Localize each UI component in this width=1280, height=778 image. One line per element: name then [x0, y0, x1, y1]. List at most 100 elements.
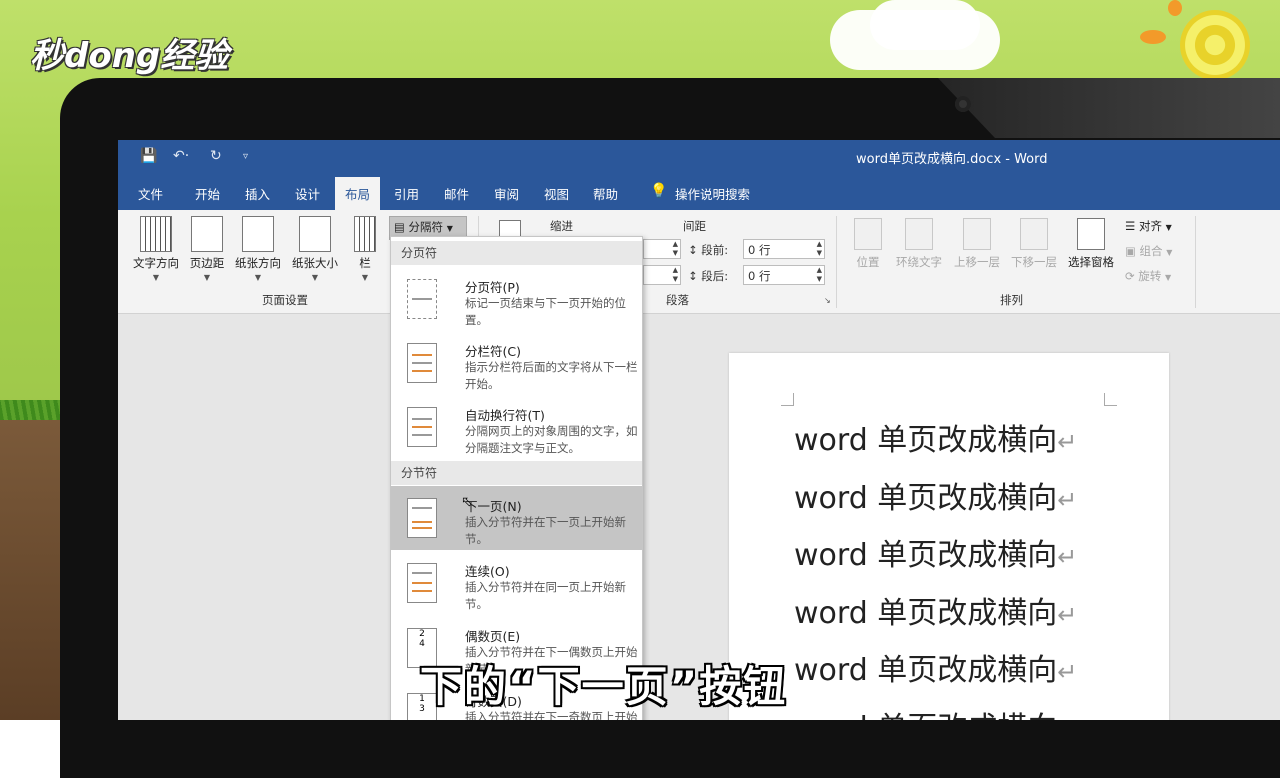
video-subtitle: 下的“下一页”按钮 — [420, 662, 788, 711]
columns-icon — [354, 216, 376, 252]
menu-item-column-break[interactable]: 分栏符(C) 指示分栏符后面的文字将从下一栏开始。 — [391, 331, 642, 395]
tab-home[interactable]: 开始 — [195, 184, 220, 203]
document-line: word 单页改成横向↵ — [794, 473, 1077, 517]
group-label-arrange: 排列 — [1000, 293, 1023, 307]
text-direction-button[interactable]: 文字方向 ▼ — [128, 216, 184, 282]
tab-file[interactable]: 文件 — [138, 184, 163, 203]
divider — [1195, 216, 1196, 308]
paragraph-mark-icon: ↵ — [1057, 486, 1078, 514]
group-label-paragraph: 段落 — [666, 293, 689, 307]
orientation-button[interactable]: 纸张方向 ▼ — [230, 216, 286, 282]
send-backward-icon — [1020, 218, 1048, 250]
button-label: 纸张大小 — [292, 256, 338, 270]
ribbon-layout: 文字方向 ▼ 页边距 ▼ 纸张方向 ▼ 纸张大小 ▼ 栏 ▼ ▤ 分隔符 ▼ 页… — [118, 210, 1280, 314]
margin-corner — [1104, 393, 1117, 406]
size-button[interactable]: 纸张大小 ▼ — [287, 216, 343, 282]
tab-review[interactable]: 审阅 — [494, 184, 519, 203]
tab-references[interactable]: 引用 — [394, 184, 419, 203]
spacing-after-input[interactable]: 0 行 ▲ ▼ — [743, 265, 825, 285]
bring-forward-button[interactable]: 上移一层 — [950, 218, 1004, 270]
document-line: word 单页改成横向↵ — [794, 415, 1077, 459]
page-break-icon — [407, 279, 437, 319]
save-icon[interactable]: 💾 — [140, 148, 157, 164]
selection-pane-icon — [1077, 218, 1105, 250]
menu-item-page-break[interactable]: 分页符(P) 标记一页结束与下一页开始的位置。 — [391, 267, 642, 331]
button-label: 页边距 — [189, 256, 225, 270]
line-text: word 单页改成横向 — [794, 711, 1057, 720]
menu-item-title: 分栏符(C) — [465, 344, 521, 359]
align-button[interactable]: ☰ 对齐 ▼ — [1125, 218, 1172, 234]
menu-item-desc: 标记一页结束与下一页开始的位置。 — [465, 296, 626, 327]
chevron-down-icon: ▼ — [311, 273, 319, 282]
wrap-text-button[interactable]: 环绕文字 — [891, 218, 947, 270]
tab-layout[interactable]: 布局 — [335, 177, 381, 212]
menu-item-next-page[interactable]: 下一页(N) 插入分节符并在下一页上开始新节。 ⬁ — [391, 486, 642, 550]
line-text: word 单页改成横向 — [794, 653, 1058, 688]
menu-item-desc: 插入分节符并在下一页上开始新节。 — [465, 515, 626, 546]
before-spacing-label: ↕ 段前: — [688, 242, 728, 258]
spinner-arrows-icon[interactable]: ▲ ▼ — [673, 240, 678, 258]
paragraph-mark-icon: ↵ — [1057, 543, 1078, 571]
after-label-text: 段后: — [701, 269, 729, 283]
columns-button[interactable]: 栏 ▼ — [350, 216, 380, 282]
tell-me-search[interactable]: 操作说明搜索 — [675, 184, 750, 203]
dialog-launcher-icon[interactable]: ↘ — [824, 296, 831, 305]
chevron-down-icon: ▼ — [254, 273, 262, 282]
line-text: word 单页改成横向 — [794, 596, 1058, 631]
menu-item-continuous[interactable]: 连续(O) 插入分节符并在同一页上开始新节。 — [391, 551, 642, 615]
margin-corner — [781, 393, 794, 406]
redo-icon[interactable]: ↻ — [210, 148, 222, 164]
chevron-down-icon: ▼ — [152, 273, 160, 282]
text-direction-icon — [140, 216, 172, 252]
document-page[interactable]: word 单页改成横向↵ word 单页改成横向↵ word 单页改成横向↵ w… — [729, 353, 1169, 720]
rotate-button[interactable]: ⟳ 旋转 ▼ — [1125, 268, 1171, 284]
continuous-icon — [407, 563, 437, 603]
tab-view[interactable]: 视图 — [544, 184, 569, 203]
indent-right-input[interactable]: ▲ ▼ — [643, 265, 681, 285]
menu-item-title: 自动换行符(T) — [465, 408, 545, 423]
sun-ray — [1168, 0, 1182, 16]
spacing-before-input[interactable]: 0 行 ▲ ▼ — [743, 239, 825, 259]
next-page-icon — [407, 498, 437, 538]
rotate-icon: ⟳ — [1125, 269, 1135, 283]
spinner-arrows-icon[interactable]: ▲ ▼ — [673, 266, 678, 284]
menu-item-desc: 指示分栏符后面的文字将从下一栏开始。 — [465, 360, 638, 391]
margins-button[interactable]: 页边距 ▼ — [184, 216, 230, 282]
spinner-arrows-icon[interactable]: ▲ ▼ — [817, 240, 822, 258]
menu-item-text-wrapping-break[interactable]: 自动换行符(T) 分隔网页上的对象周围的文字，如分隔题注文字与正文。 — [391, 395, 642, 459]
indent-left-input[interactable]: ▲ ▼ — [643, 239, 681, 259]
menu-item-title: 连续(O) — [465, 564, 510, 579]
spacing-after-value: 0 行 — [748, 269, 771, 283]
position-button[interactable]: 位置 — [850, 218, 886, 270]
position-icon — [854, 218, 882, 250]
tab-mailings[interactable]: 邮件 — [444, 184, 469, 203]
tab-insert[interactable]: 插入 — [245, 184, 270, 203]
button-label: 位置 — [856, 255, 880, 269]
button-label: 分隔符 — [408, 220, 444, 234]
tab-design[interactable]: 设计 — [295, 184, 320, 203]
divider — [836, 216, 837, 308]
menu-item-title: 偶数页(E) — [465, 629, 521, 644]
tab-help[interactable]: 帮助 — [593, 184, 618, 203]
chevron-down-icon[interactable]: ▿ — [243, 151, 248, 162]
group-button[interactable]: ▣ 组合 ▼ — [1125, 243, 1172, 259]
spacing-before-value: 0 行 — [748, 243, 771, 257]
orientation-icon — [242, 216, 274, 252]
button-label: 组合 — [1139, 244, 1163, 258]
paper-size-icon — [299, 216, 331, 252]
word-window: 💾 ↶· ↻ ▿ word单页改成横向.docx - Word 文件 开始 插入… — [118, 140, 1280, 720]
cloud — [870, 0, 980, 50]
selection-pane-button[interactable]: 选择窗格 — [1063, 218, 1119, 270]
spacing-before-icon: ↕ — [688, 243, 698, 257]
paragraph-mark-icon: ↵ — [1057, 716, 1077, 720]
send-backward-button[interactable]: 下移一层 — [1007, 218, 1061, 270]
undo-icon[interactable]: ↶· — [173, 148, 189, 164]
line-text: word 单页改成横向 — [794, 481, 1058, 516]
menu-item-title: 分页符(P) — [465, 280, 520, 295]
spinner-arrows-icon[interactable]: ▲ ▼ — [817, 266, 822, 284]
button-label: 旋转 — [1138, 269, 1162, 283]
group-label-page-setup: 页面设置 — [262, 293, 308, 307]
align-icon: ☰ — [1125, 219, 1136, 233]
paragraph-mark-icon: ↵ — [1057, 601, 1078, 629]
wrap-text-icon — [905, 218, 933, 250]
